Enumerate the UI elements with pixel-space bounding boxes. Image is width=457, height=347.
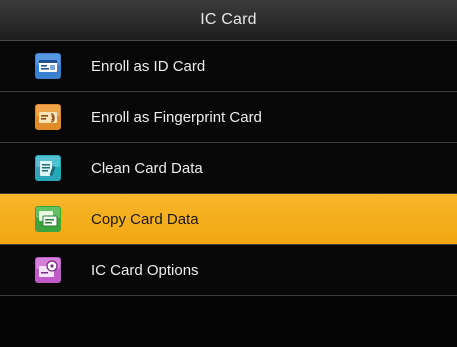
id-card-icon: [35, 53, 61, 79]
menu-item-enroll-id-card[interactable]: Enroll as ID Card: [0, 41, 457, 92]
menu-item-label: Enroll as Fingerprint Card: [91, 108, 262, 126]
copy-card-data-icon: [35, 206, 61, 232]
menu-item-label: Clean Card Data: [91, 159, 203, 177]
menu-item-label: IC Card Options: [91, 261, 199, 279]
card-options-icon: [35, 257, 61, 283]
menu-item-label: Enroll as ID Card: [91, 57, 206, 75]
clean-card-data-icon: [35, 155, 61, 181]
menu-item-label: Copy Card Data: [91, 210, 199, 228]
title-bar: IC Card: [0, 0, 457, 41]
menu-item-clean-card-data[interactable]: Clean Card Data: [0, 143, 457, 194]
ic-card-menu: Enroll as ID Card Enroll as Fingerprint …: [0, 41, 457, 296]
menu-item-copy-card-data[interactable]: Copy Card Data: [0, 194, 457, 245]
fingerprint-card-icon: [35, 104, 61, 130]
menu-item-ic-card-options[interactable]: IC Card Options: [0, 245, 457, 296]
ic-card-screen: IC Card Enroll as ID Card Enroll as Fing…: [0, 0, 457, 347]
page-title: IC Card: [200, 11, 257, 28]
menu-item-enroll-fingerprint-card[interactable]: Enroll as Fingerprint Card: [0, 92, 457, 143]
